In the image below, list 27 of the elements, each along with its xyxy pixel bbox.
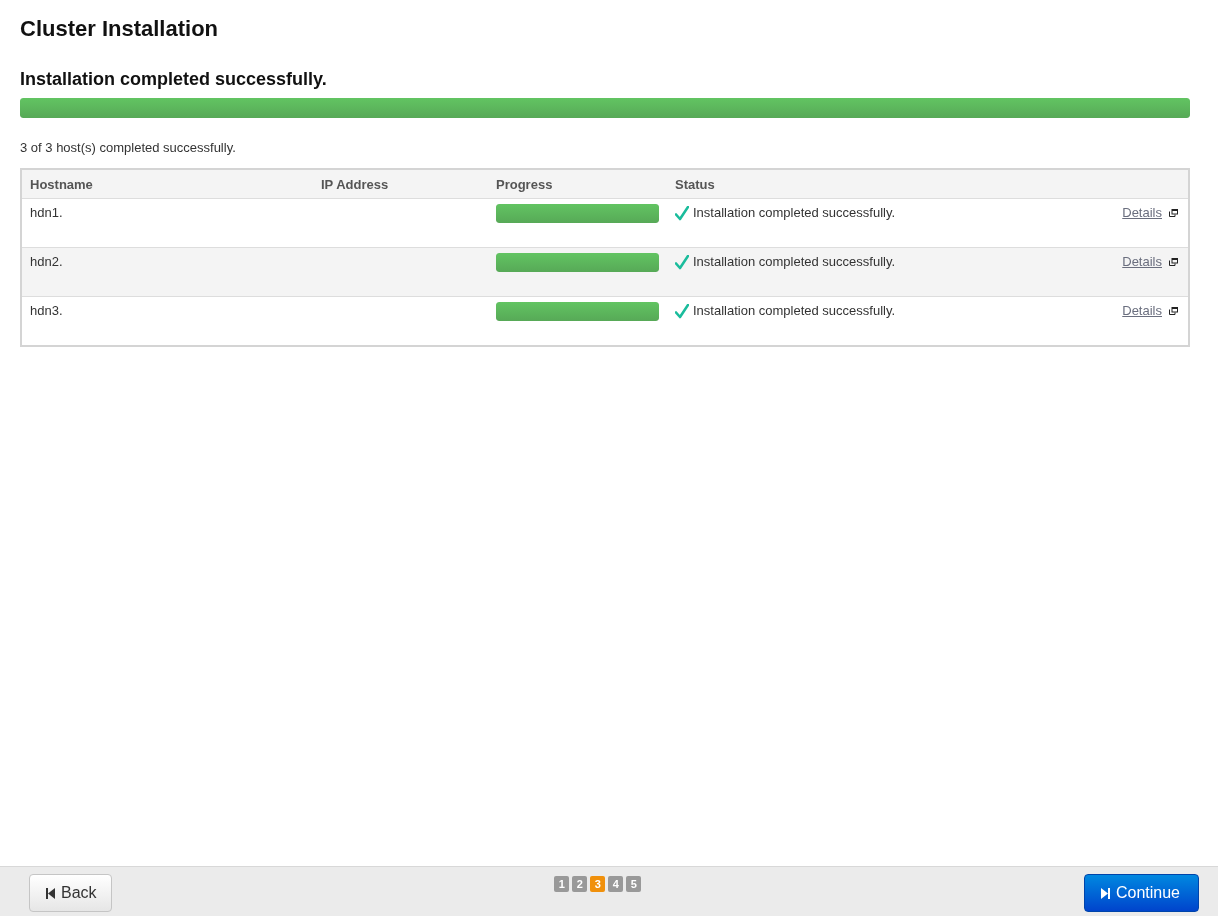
column-header: Hostname bbox=[21, 169, 313, 199]
skip-back-icon bbox=[46, 887, 55, 899]
step-indicator[interactable]: 5 bbox=[626, 876, 642, 892]
skip-forward-icon bbox=[1100, 887, 1110, 899]
column-header: Status bbox=[667, 169, 1064, 199]
page-title: Cluster Installation bbox=[20, 16, 219, 42]
back-button[interactable]: Back bbox=[29, 874, 112, 912]
details-link[interactable]: Details bbox=[1122, 205, 1162, 220]
hostname-cell: hdn2. bbox=[30, 254, 63, 269]
step-indicator[interactable]: 2 bbox=[572, 876, 588, 892]
status-text: Installation completed successfully. bbox=[693, 205, 896, 220]
details-link[interactable]: Details bbox=[1122, 254, 1162, 269]
popup-window-icon bbox=[1169, 208, 1178, 217]
details-link[interactable]: Details bbox=[1122, 303, 1162, 318]
hostname-cell: hdn3. bbox=[30, 303, 63, 318]
hostname-cell: hdn1. bbox=[30, 205, 63, 220]
column-header: Progress bbox=[488, 169, 667, 199]
step-indicator[interactable]: 4 bbox=[608, 876, 624, 892]
step-indicator[interactable]: 1 bbox=[554, 876, 570, 892]
popup-window-icon bbox=[1169, 306, 1178, 315]
status-text: Installation completed successfully. bbox=[693, 254, 896, 269]
status-text: Installation completed successfully. bbox=[693, 303, 896, 318]
status-heading: Installation completed successfully. bbox=[20, 69, 327, 90]
popup-window-icon bbox=[1169, 257, 1178, 266]
continue-button[interactable]: Continue bbox=[1083, 874, 1199, 912]
hosts-summary: 3 of 3 host(s) completed successfully. bbox=[20, 140, 236, 155]
column-header: IP Address bbox=[313, 169, 488, 199]
